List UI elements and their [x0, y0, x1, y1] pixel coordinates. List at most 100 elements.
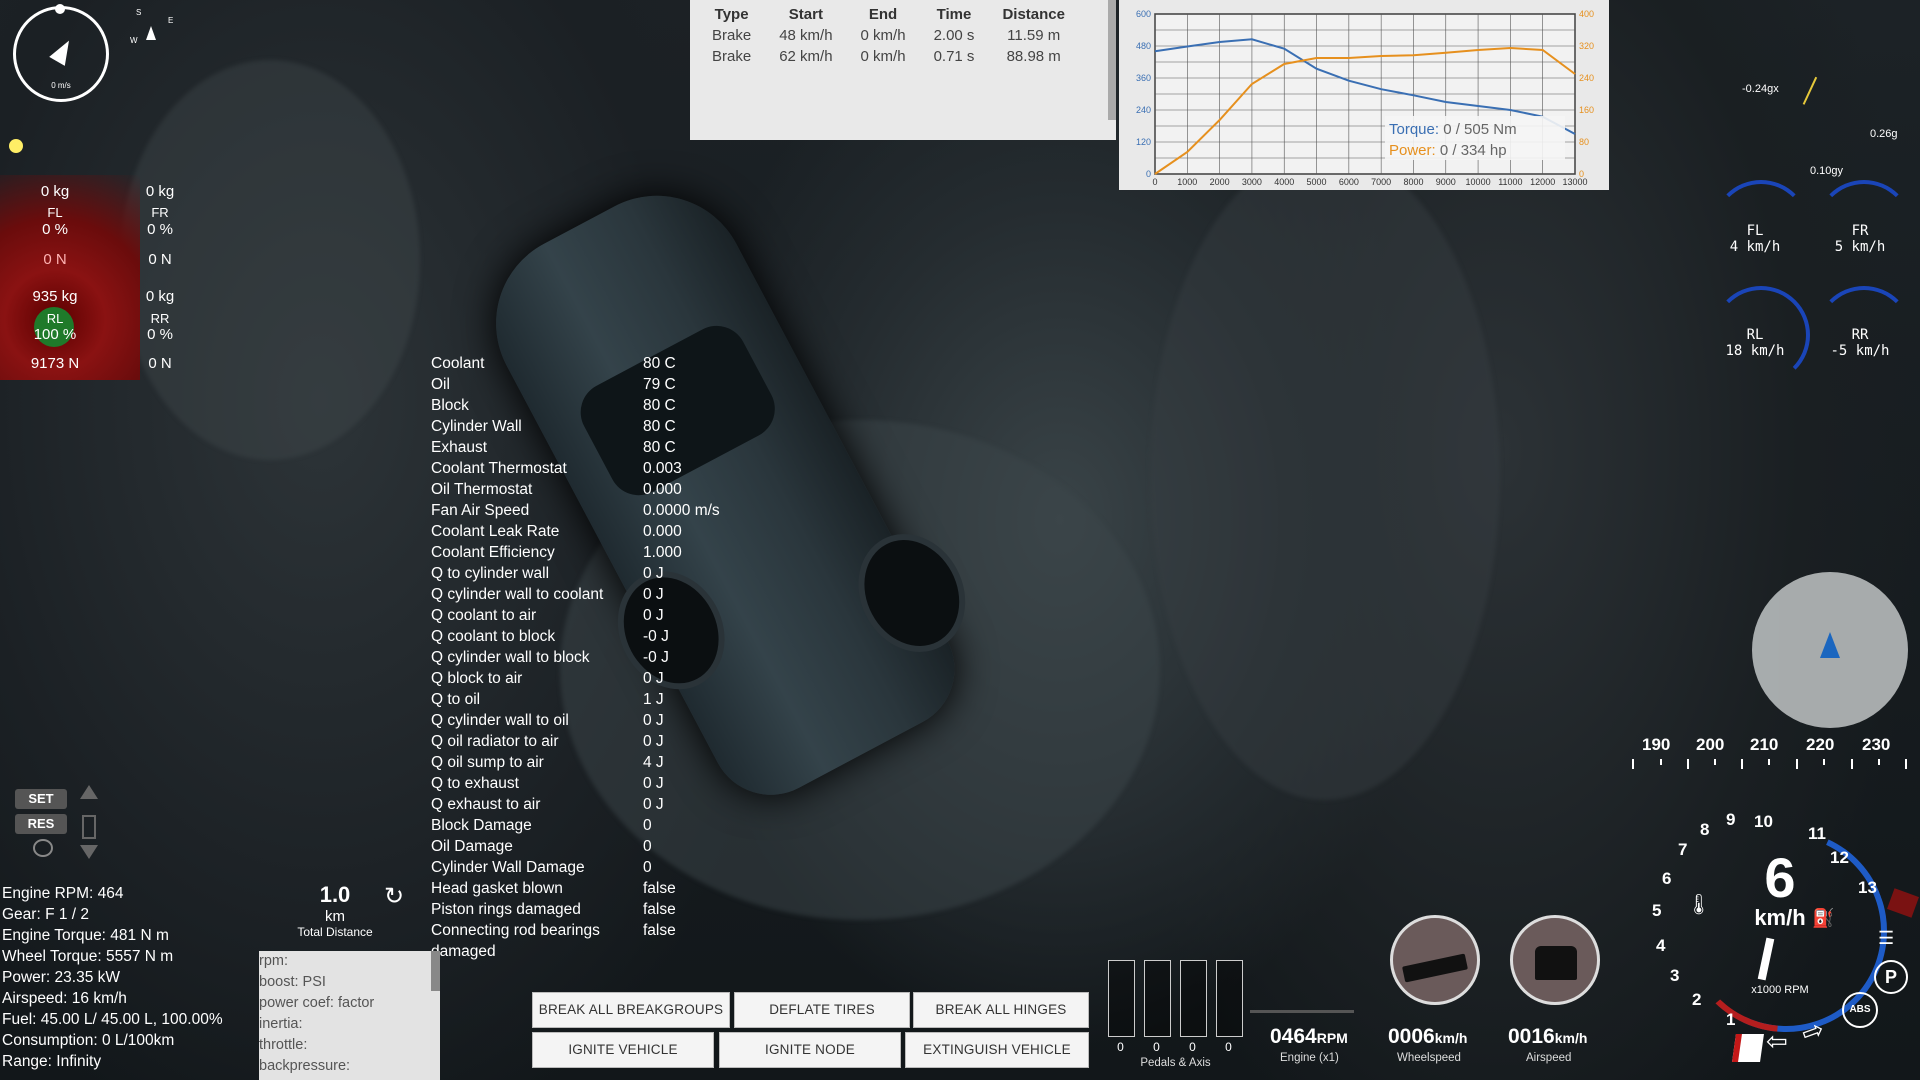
y-right-tick: 400 [1579, 9, 1594, 19]
thermal-value: 0 J [643, 607, 664, 624]
tape-tick [1905, 759, 1907, 769]
thermal-row: Block Damage 0 [431, 815, 720, 836]
y-right-tick: 0 [1579, 169, 1584, 179]
break-all-hinges-button[interactable]: BREAK ALL HINGES [913, 992, 1089, 1028]
col-type: Type [714, 6, 749, 23]
fl-force: 0 N [43, 251, 67, 268]
thermal-value: 0 J [643, 733, 664, 750]
table-cell: 88.98 m [1006, 48, 1061, 65]
reset-icon[interactable]: ↻ [384, 882, 404, 911]
rl-speed-id: RL [1746, 327, 1764, 343]
speed-tape: 190 200 210 220 230 [1630, 735, 1920, 771]
console-scrollbar[interactable] [431, 951, 440, 991]
tacho-num: 5 [1652, 901, 1662, 920]
x-tick-label: 5000 [1307, 177, 1327, 187]
compass-knob [55, 4, 65, 14]
drag-scrollbar[interactable] [1108, 0, 1116, 120]
pitch-gauge [1390, 915, 1480, 1005]
tacho-num: 3 [1670, 966, 1680, 985]
thermal-label: Cylinder Wall Damage [431, 859, 585, 876]
thermal-row: Cylinder Wall Damage 0 [431, 857, 720, 878]
navigation-minimap[interactable] [1752, 572, 1908, 728]
debug-console: rpm: boost: PSI power coef: factor inertia:… [259, 951, 440, 1080]
rr-load: 0 kg [145, 288, 175, 305]
x-tick-label: 7000 [1371, 177, 1391, 187]
tape-label: 190 [1642, 735, 1671, 754]
thermal-row: Q oil sump to air 4 J [431, 752, 720, 773]
table-cell: 62 km/h [779, 48, 833, 65]
wheelspeed-label: Wheelspeed [1397, 1052, 1461, 1064]
tacho-num: 4 [1656, 936, 1666, 955]
distance-unit: km [325, 908, 345, 925]
g-lateral: -0.24gx [1742, 83, 1779, 95]
thermal-value: 0 [643, 838, 652, 855]
thermal-value: 1 J [643, 691, 664, 708]
mini-compass-e: E [168, 16, 174, 25]
thermal-label: Q coolant to block [431, 628, 556, 645]
stat-line: Range: Infinity [2, 1053, 102, 1070]
extinguish-vehicle-button[interactable]: EXTINGUISH VEHICLE [905, 1032, 1089, 1068]
wheel-load-display: 0 kg FL 0 % 0 N 0 kg FR 0 % 0 N 935 kg R… [0, 175, 190, 380]
stat-line: Gear: F 1 / 2 [2, 906, 90, 923]
break-all-breakgroups-button[interactable]: BREAK ALL BREAKGROUPS [532, 992, 730, 1028]
thermal-row: Piston rings damaged false [431, 899, 720, 920]
rl-speed-value: 18 km/h [1725, 343, 1785, 359]
engine-rpm-readout: 0464RPM [1270, 1025, 1348, 1049]
rpm-bar [1250, 1010, 1354, 1013]
y-left-tick: 480 [1136, 41, 1151, 51]
thermal-label: Coolant Leak Rate [431, 523, 560, 540]
table-cell: 11.59 m [1007, 27, 1061, 44]
cruise-up-icon[interactable] [80, 785, 98, 799]
thermal-value: false [643, 901, 676, 918]
ignite-node-button[interactable]: IGNITE NODE [719, 1032, 901, 1068]
pedal-bar [1144, 960, 1171, 1037]
console-line: power coef: factor [259, 995, 375, 1011]
x-tick-label: 2000 [1210, 177, 1230, 187]
thermal-row: Q cylinder wall to coolant 0 J [431, 584, 720, 605]
trip-distance: 1.0 km Total Distance [285, 882, 385, 939]
col-start: Start [788, 6, 823, 23]
rl-force: 9173 N [30, 355, 80, 372]
fuel-pump-icon: ⛽ [1812, 908, 1835, 928]
thermal-label: Head gasket blown [431, 880, 563, 897]
cruise-speed-icon[interactable] [33, 839, 53, 857]
console-line: throttle: [259, 1037, 308, 1053]
thermal-label: Q to exhaust [431, 775, 519, 792]
thermal-row: Head gasket blown false [431, 878, 720, 899]
abs-icon: ABS [1842, 992, 1878, 1028]
fr-speed-value: 5 km/h [1834, 239, 1886, 255]
stat-line: Engine RPM: 464 [2, 885, 124, 902]
table-cell: Brake [712, 27, 752, 44]
tape-tick [1768, 759, 1770, 765]
rr-id: RR [150, 311, 170, 326]
x-tick-label: 8000 [1403, 177, 1423, 187]
vehicle-stats: Engine RPM: 464 Gear: F 1 / 2 Engine Torqu… [2, 883, 223, 1072]
pedal-value: 0 [1225, 1040, 1232, 1054]
thermal-row: Q to exhaust 0 J [431, 773, 720, 794]
thermal-label: Block [431, 397, 469, 414]
thermal-row: Exhaust 80 C [431, 437, 720, 458]
thermal-value: -0 J [643, 628, 669, 645]
cruise-display [82, 815, 96, 839]
tape-tick [1878, 759, 1880, 765]
fl-load: 0 kg [40, 183, 70, 200]
torque-curve-chart: 0 1000 2000 3000 4000 5000 6000 7000 8000 9000 100… [1136, 9, 1594, 187]
table-header: Type Start End Time Distance [698, 4, 1079, 25]
ignite-vehicle-button[interactable]: IGNITE VEHICLE [532, 1032, 714, 1068]
cruise-set-button[interactable]: SET [15, 789, 67, 809]
rr-speed-id: RR [1851, 327, 1869, 343]
legend-entry: Torque: 0 / 505 Nm [1389, 121, 1517, 138]
tacho-num: 7 [1678, 840, 1688, 859]
cruise-res-button[interactable]: RES [15, 814, 67, 834]
thermal-value: 80 C [643, 418, 676, 435]
thermal-value: 0.003 [643, 460, 682, 477]
cruise-down-icon[interactable] [80, 845, 98, 859]
thermal-row: Fan Air Speed 0.0000 m/s [431, 500, 720, 521]
thermal-row: Coolant Leak Rate 0.000 [431, 521, 720, 542]
thermal-row: Oil Thermostat 0.000 [431, 479, 720, 500]
y-left-tick: 0 [1146, 169, 1151, 179]
thermal-label: Q cylinder wall to block [431, 649, 590, 666]
thermal-label: Block Damage [431, 817, 532, 834]
deflate-tires-button[interactable]: DEFLATE TIRES [734, 992, 910, 1028]
fl-pct: 0 % [42, 221, 68, 238]
